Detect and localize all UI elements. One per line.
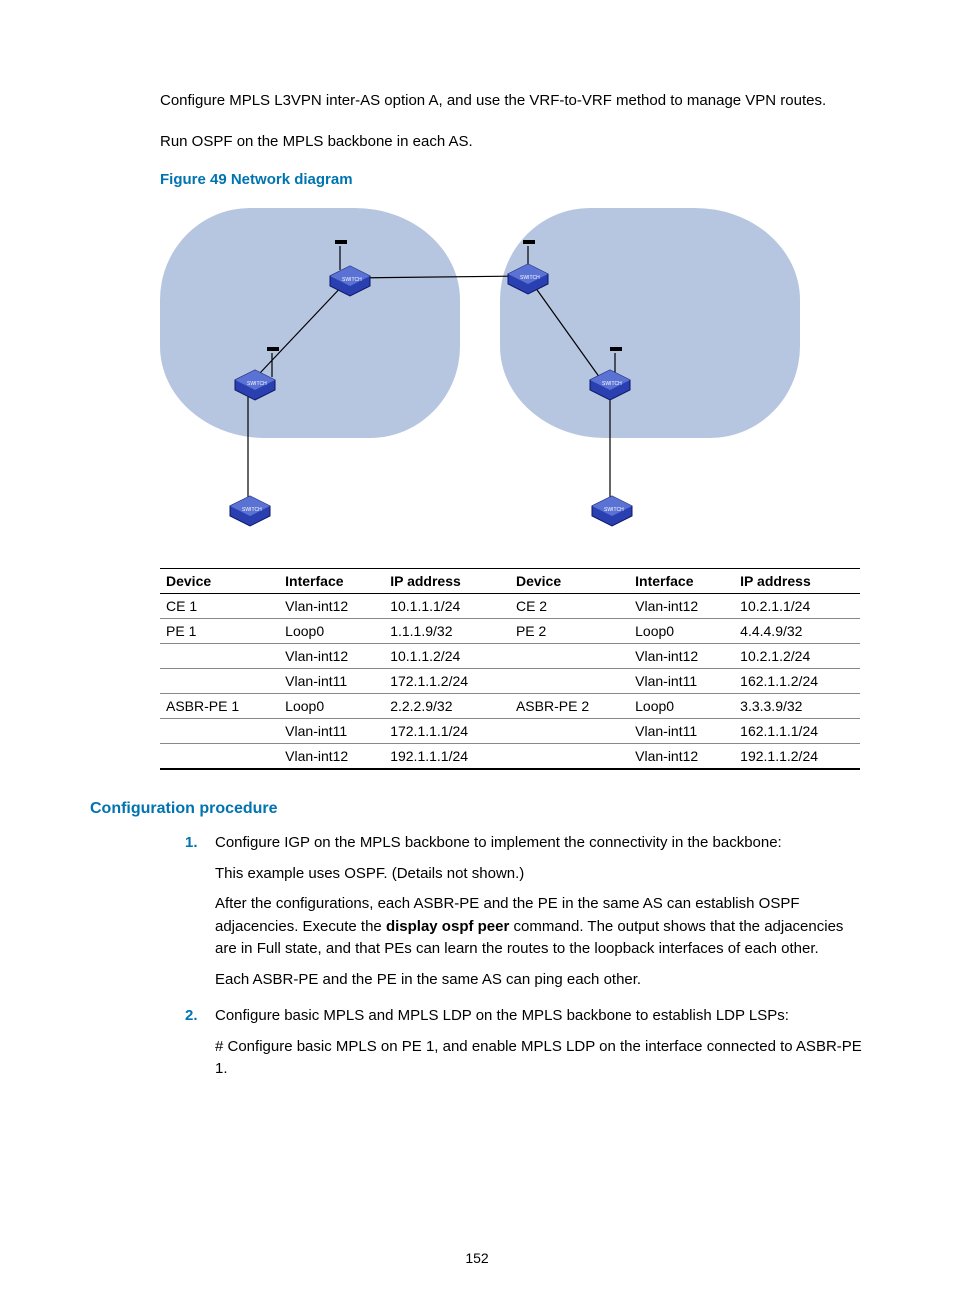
step-2: Configure basic MPLS and MPLS LDP on the…: [185, 1005, 864, 1081]
svg-text:SWITCH: SWITCH: [242, 507, 262, 513]
switch-icon: SWITCH: [590, 370, 630, 400]
svg-text:SWITCH: SWITCH: [520, 275, 540, 281]
table-row: Vlan-int11172.1.1.1/24Vlan-int11162.1.1.…: [160, 719, 860, 744]
step-1-lead: Configure IGP on the MPLS backbone to im…: [215, 834, 782, 851]
interface-table: Device Interface IP address Device Inter…: [160, 568, 860, 770]
switch-icon: SWITCH: [508, 264, 548, 294]
th-ip: IP address: [384, 569, 510, 594]
svg-text:SWITCH: SWITCH: [342, 277, 362, 283]
table-row: Vlan-int12192.1.1.1/24Vlan-int12192.1.1.…: [160, 744, 860, 770]
diagram-svg: SWITCH SWITCH SWITCH SWITCH SWITCH SWITC…: [160, 198, 860, 548]
table-row: PE 1Loop01.1.1.9/32PE 2Loop04.4.4.9/32: [160, 619, 860, 644]
th-device: Device: [510, 569, 629, 594]
figure-title: Figure 49 Network diagram: [160, 171, 864, 188]
table-row: Vlan-int1210.1.1.2/24Vlan-int1210.2.1.2/…: [160, 644, 860, 669]
svg-text:SWITCH: SWITCH: [602, 381, 622, 387]
table-row: ASBR-PE 1Loop02.2.2.9/32ASBR-PE 2Loop03.…: [160, 694, 860, 719]
cmd-display-ospf-peer: display ospf peer: [386, 918, 509, 935]
switch-icon: SWITCH: [230, 496, 270, 526]
step-1: Configure IGP on the MPLS backbone to im…: [185, 832, 864, 991]
th-ip: IP address: [734, 569, 860, 594]
section-title: Configuration procedure: [90, 800, 864, 818]
intro-p1: Configure MPLS L3VPN inter-AS option A, …: [160, 90, 864, 113]
step-1-p3: Each ASBR-PE and the PE in the same AS c…: [215, 969, 864, 992]
intro-block: Configure MPLS L3VPN inter-AS option A, …: [90, 90, 864, 153]
switch-icon: SWITCH: [235, 370, 275, 400]
switch-icon: SWITCH: [592, 496, 632, 526]
network-diagram: SWITCH SWITCH SWITCH SWITCH SWITCH SWITC…: [160, 198, 860, 548]
th-interface: Interface: [279, 569, 384, 594]
table-row: CE 1Vlan-int1210.1.1.1/24CE 2Vlan-int121…: [160, 594, 860, 619]
svg-text:SWITCH: SWITCH: [604, 507, 624, 513]
step-1-p2: After the configurations, each ASBR-PE a…: [215, 893, 864, 961]
page-number: 152: [0, 1250, 954, 1266]
step-2-lead: Configure basic MPLS and MPLS LDP on the…: [215, 1007, 789, 1024]
table-row: Vlan-int11172.1.1.2/24Vlan-int11162.1.1.…: [160, 669, 860, 694]
intro-p2: Run OSPF on the MPLS backbone in each AS…: [160, 131, 864, 154]
svg-text:SWITCH: SWITCH: [247, 381, 267, 387]
th-interface: Interface: [629, 569, 734, 594]
switch-icon: SWITCH: [330, 266, 370, 296]
step-1-p1: This example uses OSPF. (Details not sho…: [215, 863, 864, 886]
th-device: Device: [160, 569, 279, 594]
step-2-p1: # Configure basic MPLS on PE 1, and enab…: [215, 1036, 864, 1081]
